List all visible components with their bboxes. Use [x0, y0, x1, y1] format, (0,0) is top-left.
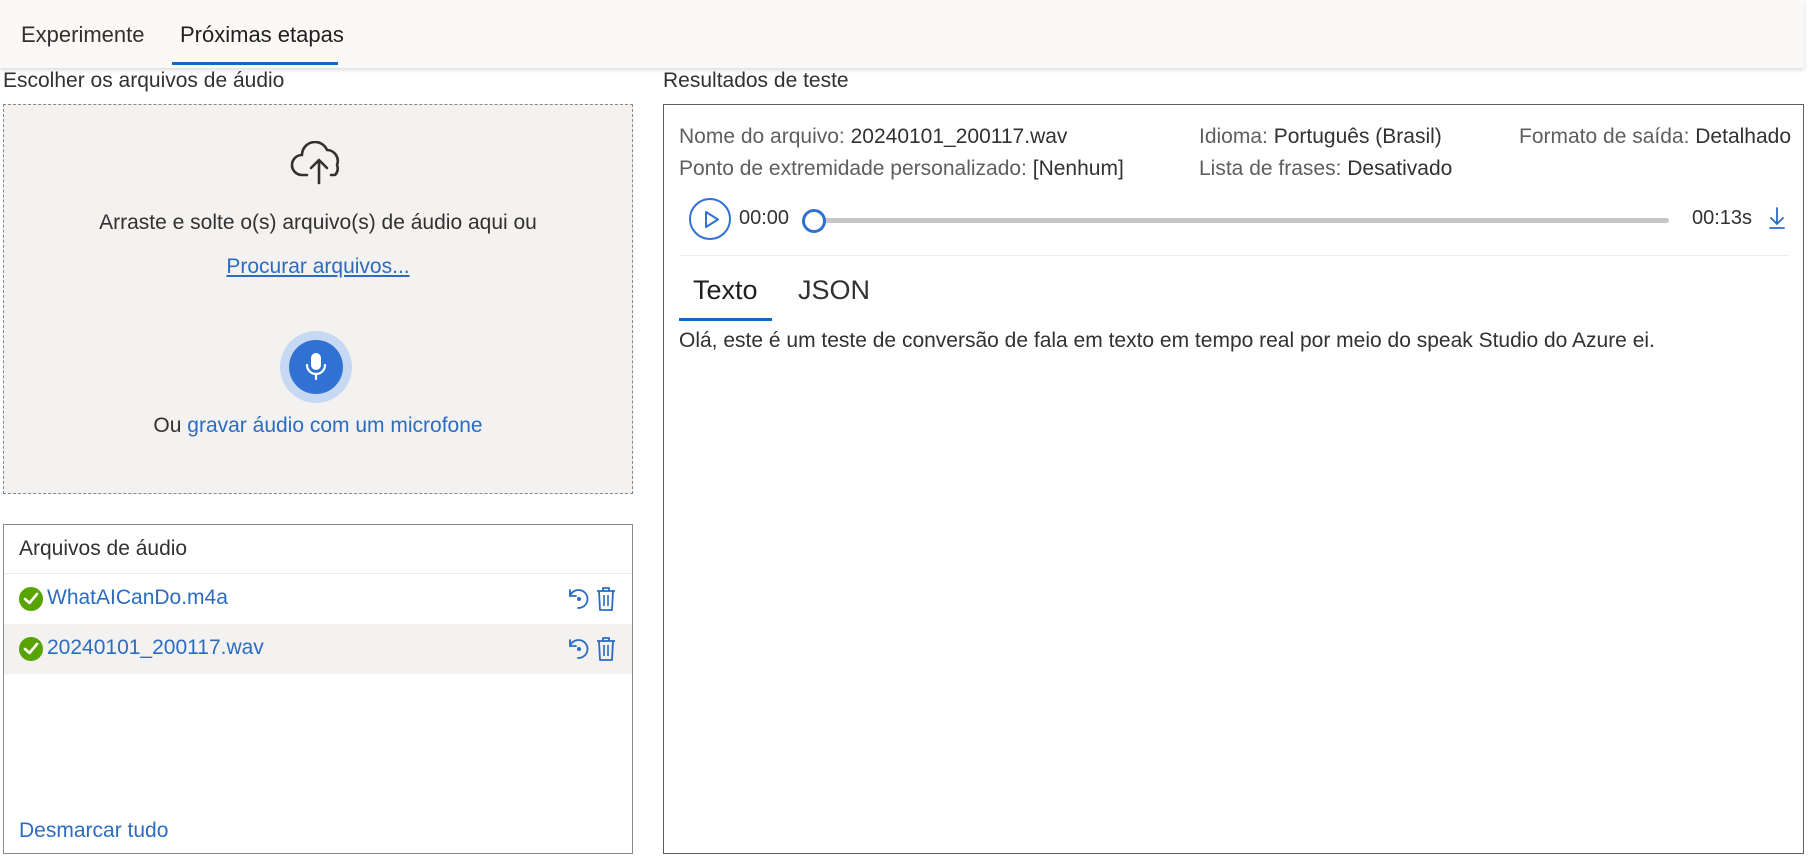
- file-row[interactable]: 20240101_200117.wav: [4, 624, 632, 674]
- microphone-button-core: [289, 340, 343, 394]
- record-microphone-button[interactable]: [280, 331, 352, 403]
- meta-endpoint: Ponto de extremidade personalizado: [Nen…: [679, 157, 1124, 181]
- file-name-link[interactable]: WhatAICanDo.m4a: [47, 586, 228, 610]
- deselect-all-link[interactable]: Desmarcar tudo: [19, 819, 168, 843]
- delete-icon[interactable]: [594, 586, 618, 612]
- record-prefix: Ou: [153, 414, 182, 437]
- active-result-tab-indicator: [679, 318, 772, 321]
- meta-label: Idioma:: [1199, 125, 1268, 148]
- meta-language: Idioma: Português (Brasil): [1199, 125, 1442, 149]
- meta-value: 20240101_200117.wav: [850, 125, 1068, 148]
- rerun-icon[interactable]: [566, 636, 590, 662]
- results-section-title: Resultados de teste: [663, 69, 849, 92]
- divider: [679, 255, 1789, 256]
- meta-value: Detalhado: [1695, 125, 1792, 148]
- success-check-icon: [19, 637, 43, 661]
- meta-label: Nome do arquivo:: [679, 125, 845, 148]
- meta-value: [Nenhum]: [1032, 157, 1124, 180]
- browse-files-link[interactable]: Procurar arquivos...: [226, 255, 409, 278]
- delete-icon[interactable]: [594, 636, 618, 662]
- current-time: 00:00: [739, 207, 790, 229]
- meta-label: Lista de frases:: [1199, 157, 1342, 180]
- active-tab-indicator: [172, 62, 338, 65]
- meta-label: Formato de saída:: [1519, 125, 1690, 148]
- transcript-text: Olá, este é um teste de conversão de fal…: [679, 329, 1655, 352]
- browse-files-container: Procurar arquivos...: [4, 255, 632, 279]
- meta-output-format: Formato de saída: Detalhado: [1519, 125, 1791, 149]
- audio-files-panel: Arquivos de áudio WhatAICanDo.m4a 202401…: [3, 524, 633, 854]
- file-name-link[interactable]: 20240101_200117.wav: [47, 636, 264, 660]
- meta-label: Ponto de extremidade personalizado:: [679, 157, 1027, 180]
- audio-progress-thumb[interactable]: [802, 209, 826, 233]
- meta-filename: Nome do arquivo: 20240101_200117.wav: [679, 125, 1067, 149]
- rerun-icon[interactable]: [566, 586, 590, 612]
- meta-phrase-list: Lista de frases: Desativado: [1199, 157, 1452, 181]
- cloud-upload-icon: [290, 141, 339, 185]
- record-audio-text: Ou gravar áudio com um microfone: [4, 414, 632, 438]
- upload-section-title: Escolher os arquivos de áudio: [3, 69, 285, 92]
- microphone-icon: [305, 353, 327, 381]
- top-tab-bar: Experimente Próximas etapas: [0, 0, 1804, 68]
- tab-proximas-etapas[interactable]: Próximas etapas: [180, 22, 344, 48]
- tab-json[interactable]: JSON: [798, 275, 870, 306]
- total-time: 00:13s: [1692, 207, 1753, 229]
- drop-instructions: Arraste e solte o(s) arquivo(s) de áudio…: [99, 211, 537, 234]
- audio-files-title: Arquivos de áudio: [19, 537, 188, 560]
- download-icon[interactable]: [1767, 205, 1787, 231]
- test-results-panel: Nome do arquivo: 20240101_200117.wav Pon…: [663, 104, 1804, 854]
- audio-progress-track[interactable]: [814, 218, 1669, 223]
- meta-value: Português (Brasil): [1273, 125, 1442, 148]
- tab-experimente[interactable]: Experimente: [21, 22, 145, 48]
- success-check-icon: [19, 587, 43, 611]
- audio-drop-zone[interactable]: Arraste e solte o(s) arquivo(s) de áudio…: [3, 104, 633, 494]
- record-audio-link[interactable]: gravar áudio com um microfone: [187, 414, 482, 437]
- meta-value: Desativado: [1347, 157, 1453, 180]
- file-row[interactable]: WhatAICanDo.m4a: [4, 574, 632, 624]
- play-icon: [705, 211, 719, 228]
- play-button[interactable]: [689, 198, 731, 240]
- tab-texto[interactable]: Texto: [693, 275, 758, 306]
